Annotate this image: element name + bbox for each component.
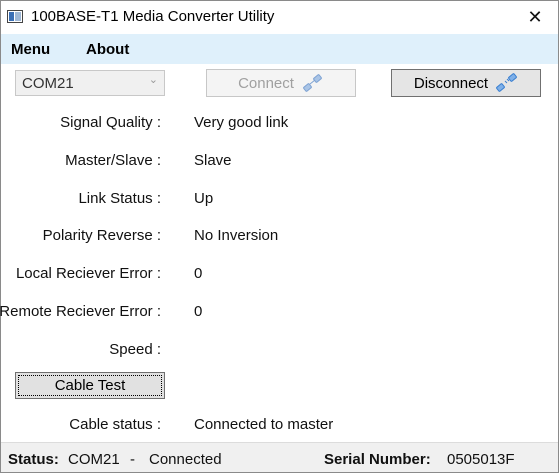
status-separator: -: [130, 451, 135, 468]
remote-receiver-error-label: Remote Reciever Error :: [0, 303, 161, 320]
menu-item-about[interactable]: About: [86, 41, 129, 58]
polarity-reverse-value: No Inversion: [194, 227, 279, 244]
disconnect-button[interactable]: Disconnect: [391, 69, 541, 97]
signal-quality-label: Signal Quality :: [60, 114, 161, 131]
status-label: Status:: [8, 451, 59, 468]
signal-quality-value: Very good link: [194, 114, 289, 131]
cable-status-label: Cable status :: [69, 416, 161, 433]
app-window: 100BASE-T1 Media Converter Utility ✕ Men…: [0, 0, 559, 473]
close-icon: ✕: [527, 6, 543, 27]
master-slave-label: Master/Slave :: [65, 152, 161, 169]
connect-button[interactable]: Connect: [206, 69, 356, 97]
title-bar: 100BASE-T1 Media Converter Utility ✕: [1, 1, 558, 33]
local-receiver-error-value: 0: [194, 265, 203, 282]
plug-icon: [303, 74, 322, 92]
cable-test-button-label: Cable Test: [54, 377, 126, 394]
cable-test-button[interactable]: Cable Test: [15, 372, 165, 399]
link-status-value: Up: [194, 190, 214, 207]
serial-number-value: 0505013F: [447, 451, 515, 468]
local-receiver-error-label: Local Reciever Error :: [15, 265, 161, 282]
app-icon: [7, 10, 23, 23]
serial-number-label: Serial Number:: [324, 451, 431, 468]
port-select-value: COM21: [22, 75, 74, 92]
close-button[interactable]: ✕: [512, 1, 558, 33]
cable-status-value: Connected to master: [194, 416, 334, 433]
disconnect-button-label: Disconnect: [413, 74, 489, 92]
chevron-down-icon: ⌄: [148, 74, 158, 86]
window-title: 100BASE-T1 Media Converter Utility: [31, 8, 275, 25]
status-bar: Status: COM21 - Connected Serial Number:…: [1, 442, 558, 472]
menu-item-menu[interactable]: Menu: [11, 41, 50, 58]
master-slave-value: Slave: [194, 152, 232, 169]
menu-bar: Menu About: [1, 34, 558, 64]
connect-button-label: Connect: [238, 74, 294, 92]
remote-receiver-error-value: 0: [194, 303, 203, 320]
unplug-icon: [496, 73, 517, 92]
polarity-reverse-label: Polarity Reverse :: [42, 227, 161, 244]
speed-label: Speed :: [109, 341, 161, 358]
port-select[interactable]: COM21 ⌄: [15, 70, 165, 96]
status-port: COM21: [68, 451, 120, 468]
status-connection-state: Connected: [149, 451, 222, 468]
link-status-label: Link Status :: [78, 190, 161, 207]
